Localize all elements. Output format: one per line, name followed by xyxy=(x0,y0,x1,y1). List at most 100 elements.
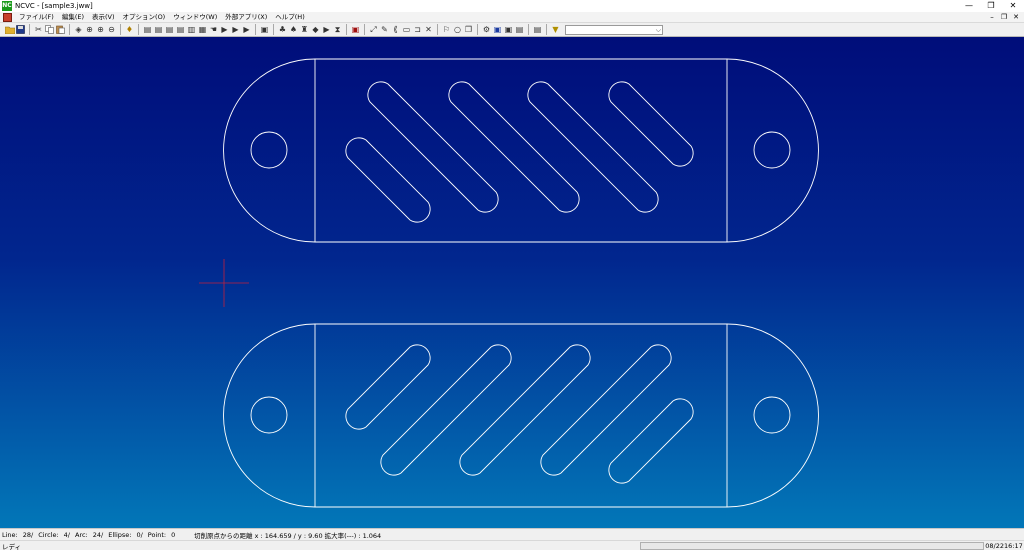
ellipse-label: Ellipse: xyxy=(108,530,132,539)
grid-icon[interactable]: ▦ xyxy=(197,24,208,35)
arc-count: 24/ xyxy=(92,530,104,539)
window-title: NCVC - [sample3.jww] xyxy=(15,2,93,10)
window-icon[interactable]: ❐ xyxy=(463,24,474,35)
zoom-fit-icon[interactable]: ⊕ xyxy=(84,24,95,35)
upper-slot-4 xyxy=(608,81,694,167)
menu-help[interactable]: ヘルプ(H) xyxy=(271,12,308,23)
layer-stack-icon[interactable]: ◆ xyxy=(310,24,321,35)
fast-forward-icon[interactable]: ▶ xyxy=(241,24,252,35)
view-top-icon[interactable]: ▤ xyxy=(142,24,153,35)
menu-edit[interactable]: 編集(E) xyxy=(58,12,88,23)
toolbar-separator xyxy=(138,24,139,35)
view-side-icon[interactable]: ▤ xyxy=(164,24,175,35)
menu-view[interactable]: 表示(V) xyxy=(88,12,119,23)
flag-icon[interactable]: ⚐ xyxy=(441,24,452,35)
upper-slot-3 xyxy=(527,81,659,213)
run-icon[interactable]: ▶ xyxy=(321,24,332,35)
menu-file[interactable]: ファイル(F) xyxy=(15,12,58,23)
layer-select[interactable]: ⌵ xyxy=(565,24,663,35)
toolbar-separator xyxy=(69,24,70,35)
chevron-down-icon: ⌵ xyxy=(655,25,661,34)
settings-icon[interactable]: ⚙ xyxy=(481,24,492,35)
doc-close-button[interactable]: ✕ xyxy=(1010,12,1022,23)
status-bar-info: Line: 28/ Circle: 4/ Arc: 24/ Ellipse: 0… xyxy=(0,528,1024,540)
minimize-button[interactable]: — xyxy=(958,0,980,12)
arc-label: Arc: xyxy=(75,530,88,539)
lower-slot-3 xyxy=(459,344,591,476)
document-icon[interactable] xyxy=(3,12,12,22)
play-icon[interactable]: ▶ xyxy=(230,24,241,35)
toolbar-separator xyxy=(29,24,30,35)
document-view-icon[interactable]: ▤ xyxy=(514,24,525,35)
status-date: 08/22 xyxy=(985,541,1004,550)
bracket-icon[interactable]: ⊐ xyxy=(412,24,423,35)
hand-pan-icon[interactable]: ☚ xyxy=(208,24,219,35)
machine-icon[interactable]: ♣ xyxy=(277,24,288,35)
toolbar-separator xyxy=(346,24,347,35)
trim-icon[interactable]: ✎ xyxy=(379,24,390,35)
lower-slot-4 xyxy=(540,344,672,476)
point-label: Point: xyxy=(147,530,167,539)
upper-left-hole xyxy=(250,131,288,169)
doc-restore-button[interactable]: ❐ xyxy=(998,12,1010,23)
step-back-icon[interactable]: ▶ xyxy=(219,24,230,35)
lower-outline xyxy=(223,323,819,508)
open-folder-icon[interactable] xyxy=(4,24,15,35)
hourglass-icon[interactable]: ⧗ xyxy=(332,24,343,35)
lower-slot-1 xyxy=(345,344,431,430)
delete-icon[interactable]: ✕ xyxy=(423,24,434,35)
upper-slot-1 xyxy=(367,81,499,213)
menu-window[interactable]: ウィンドウ(W) xyxy=(169,12,221,23)
drawing-canvas[interactable] xyxy=(0,37,1024,528)
ready-status: レディ xyxy=(2,542,22,550)
origin-crosshair-icon xyxy=(199,259,249,307)
upper-part xyxy=(223,58,819,243)
upper-outline xyxy=(223,58,819,243)
menu-bar: ファイル(F) 編集(E) 表示(V) オプション(O) ウィンドウ(W) 外部… xyxy=(0,12,1024,23)
circle-icon[interactable]: ○ xyxy=(452,24,463,35)
copy-icon[interactable] xyxy=(44,24,55,35)
info-pin-icon[interactable]: ♦ xyxy=(124,24,135,35)
drawing-view xyxy=(199,58,819,508)
filter-icon[interactable]: ▼ xyxy=(550,24,561,35)
view-iso-icon[interactable]: ▤ xyxy=(175,24,186,35)
image-icon[interactable]: ▣ xyxy=(492,24,503,35)
rectangle-icon[interactable]: ▭ xyxy=(401,24,412,35)
menu-options[interactable]: オプション(O) xyxy=(119,12,170,23)
drill-icon[interactable]: ♜ xyxy=(299,24,310,35)
zoom-out-icon[interactable]: ⊖ xyxy=(106,24,117,35)
menu-external-app[interactable]: 外部アプリ(X) xyxy=(221,12,271,23)
upper-slot-2 xyxy=(448,81,580,213)
tool-icon[interactable]: ♠ xyxy=(288,24,299,35)
upper-slot-5 xyxy=(345,137,431,223)
view-all-icon[interactable]: ▥ xyxy=(186,24,197,35)
zoom-in-icon[interactable]: ⊕ xyxy=(95,24,106,35)
nc-code-icon[interactable]: ▣ xyxy=(350,24,361,35)
paste-icon[interactable] xyxy=(55,24,66,35)
title-bar: NC NCVC - [sample3.jww] — ❐ ✕ xyxy=(0,0,1024,12)
window-controls: — ❐ ✕ xyxy=(958,0,1024,12)
scale-icon[interactable]: ⤢ xyxy=(368,24,379,35)
maximize-button[interactable]: ❐ xyxy=(980,0,1002,12)
layer-icon[interactable]: ◈ xyxy=(73,24,84,35)
toolbar-separator xyxy=(546,24,547,35)
line-label: Line: xyxy=(2,530,18,539)
export-icon[interactable]: ▣ xyxy=(259,24,270,35)
entity-counts: Line: 28/ Circle: 4/ Arc: 24/ Ellipse: 0… xyxy=(0,531,190,539)
progress-bar xyxy=(640,541,984,550)
offset-icon[interactable]: ⟪ xyxy=(390,24,401,35)
doc-minimize-button[interactable]: – xyxy=(986,12,998,23)
lower-left-hole xyxy=(250,396,288,434)
photo-icon[interactable]: ▣ xyxy=(503,24,514,35)
view-front-icon[interactable]: ▤ xyxy=(153,24,164,35)
cut-icon[interactable]: ✂ xyxy=(33,24,44,35)
toolbar-separator xyxy=(255,24,256,35)
toolbar-separator xyxy=(477,24,478,35)
origin-distance-info: 切削原点からの距離 x : 164.659 / y : 9.60 拡大率(---… xyxy=(194,531,382,540)
status-bar: レディ 08/22 16:17 xyxy=(0,540,1024,550)
status-time: 16:17 xyxy=(1004,541,1023,550)
list-icon[interactable]: ▤ xyxy=(532,24,543,35)
save-icon[interactable] xyxy=(15,24,26,35)
point-count: 0 xyxy=(171,530,176,539)
close-button[interactable]: ✕ xyxy=(1002,0,1024,12)
